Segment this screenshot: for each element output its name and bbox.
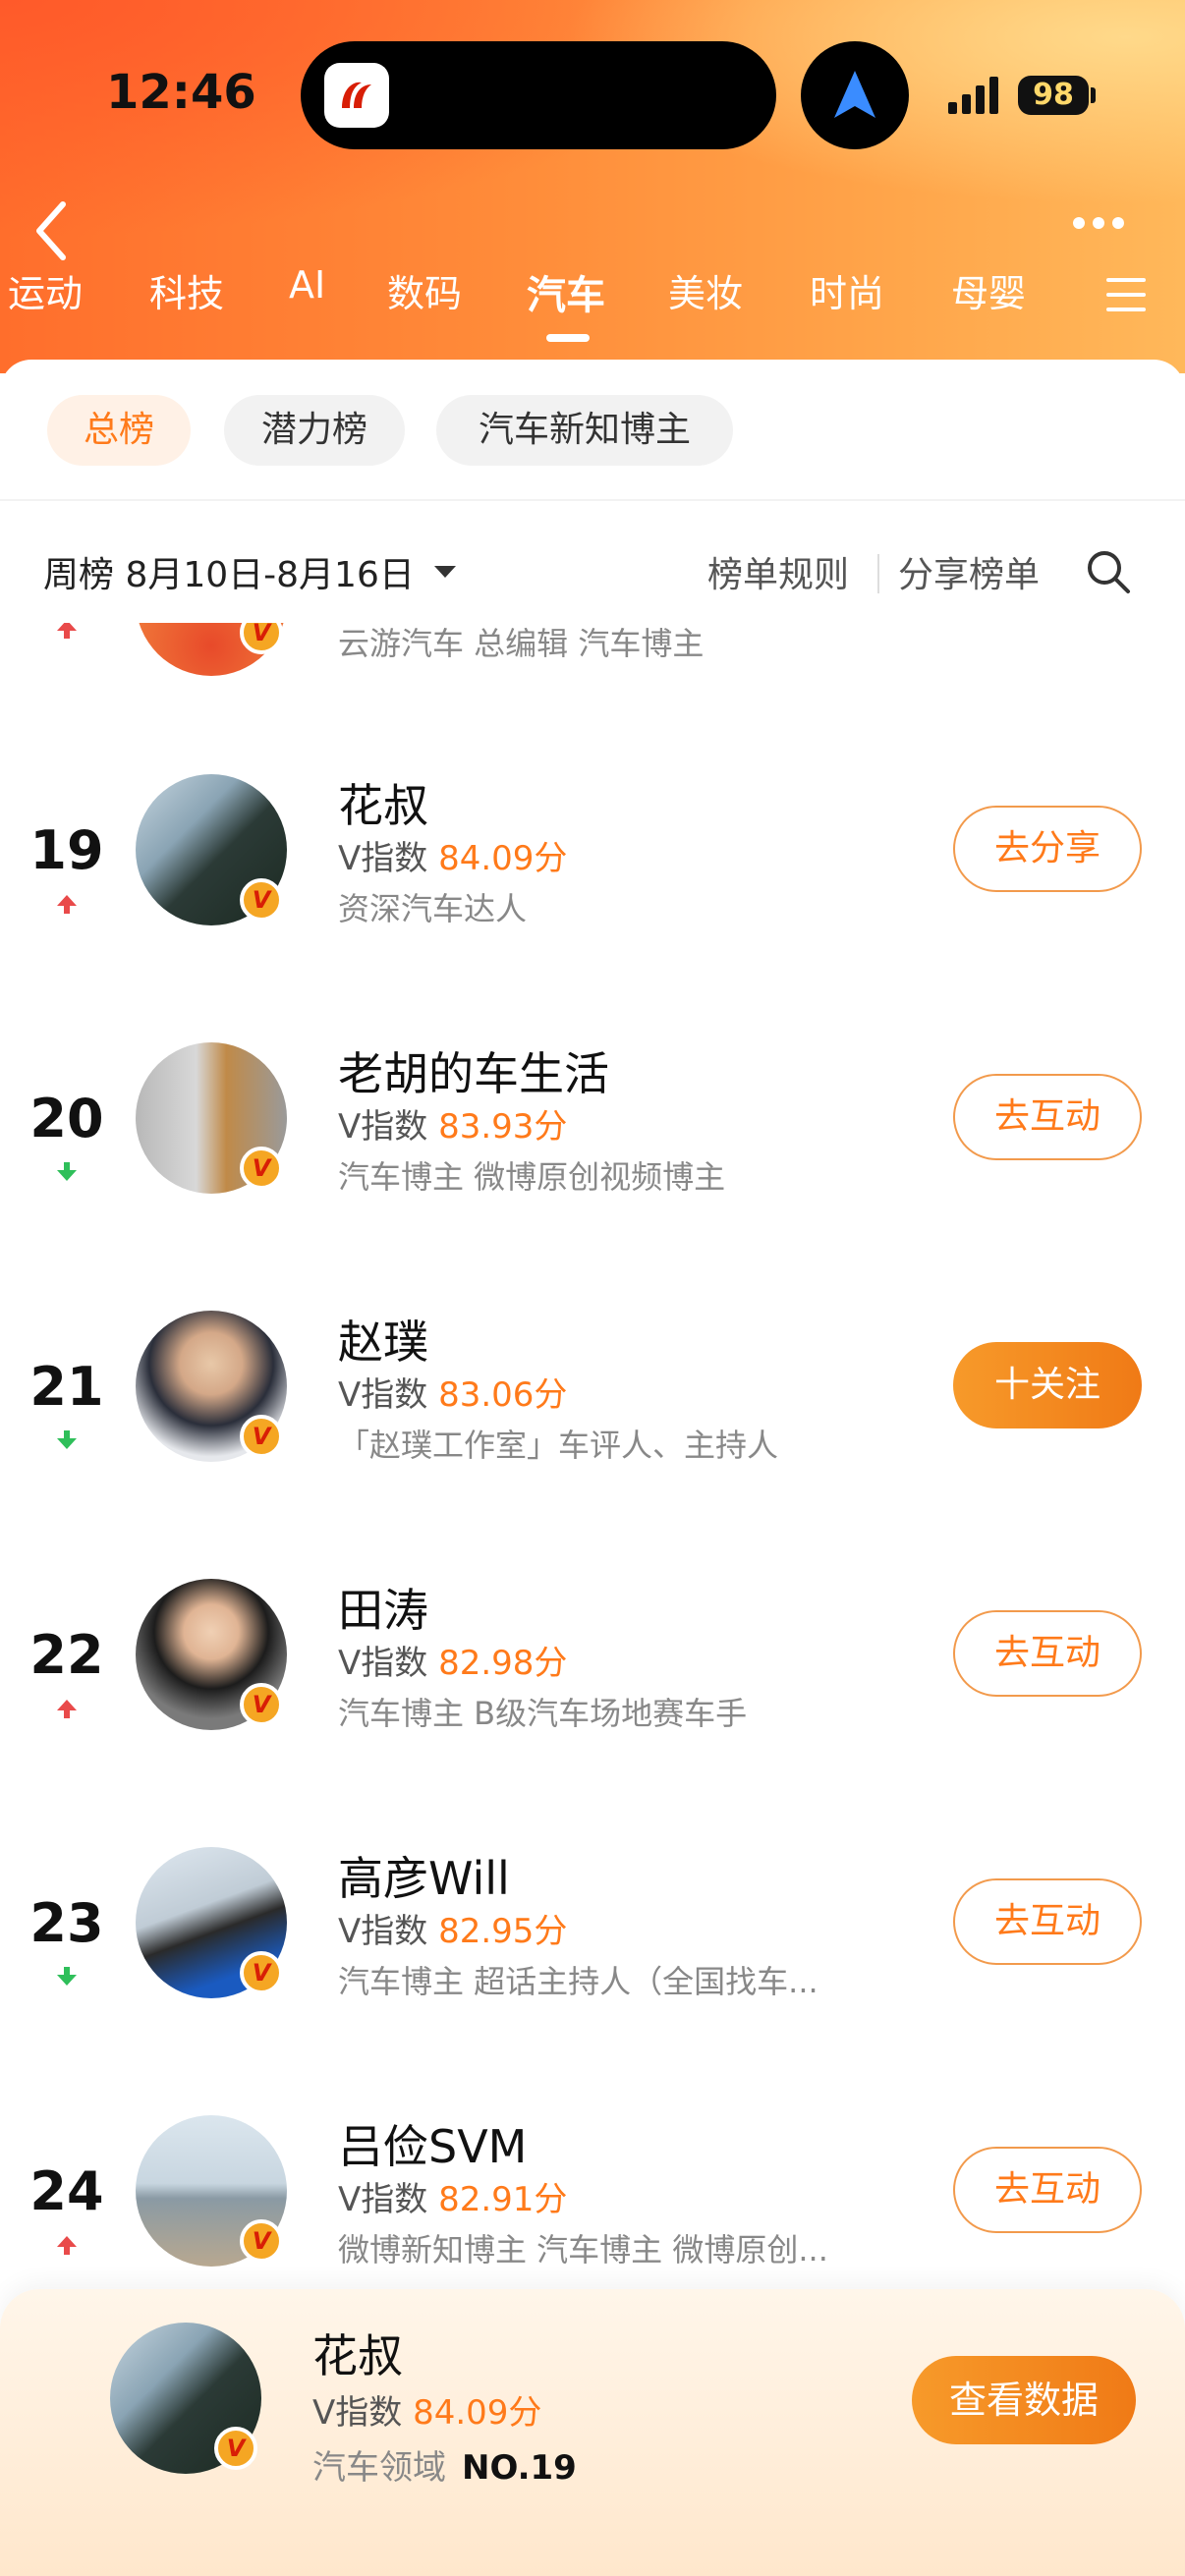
active-tab-indicator (546, 334, 590, 342)
score-label: V指数 (338, 1912, 428, 1951)
user-description: 「赵璞工作室」车评人、主持人 (338, 1427, 779, 1464)
chevron-left-icon (36, 201, 66, 260)
interact-button[interactable]: 去互动 (953, 2147, 1142, 2233)
period-selector[interactable]: 周榜 8月10日-8月16日 (43, 546, 415, 597)
score-label: V指数 (312, 2393, 403, 2433)
arrow-up-icon (57, 2236, 77, 2255)
score-value: 82.91分 (438, 2180, 568, 2219)
tab-maternity[interactable]: 母婴 (951, 263, 1026, 317)
user-name[interactable]: 花叔 (338, 770, 428, 835)
tab-auto[interactable]: 汽车 (527, 263, 605, 320)
my-rank-bar: V 花叔 V指数 84.09分 汽车领域 NO.19 查看数据 (0, 2289, 1185, 2576)
list-item[interactable]: 22 V 田涛 V指数 82.98分 汽车博主 B级汽车场地赛车手 去互动 (0, 1551, 1185, 1797)
verified-badge-icon: V (240, 2219, 283, 2263)
tab-ai[interactable]: AI (289, 263, 325, 307)
list-item[interactable]: 20 V 老胡的车生活 V指数 83.93分 汽车博主 微博原创视频博主 去互动 (0, 1015, 1185, 1260)
arrow-down-icon (57, 1162, 77, 1181)
user-name[interactable]: 田涛 (338, 1575, 428, 1640)
tab-digital[interactable]: 数码 (387, 263, 462, 317)
user-description: 汽车博主 微博原创视频博主 (338, 1158, 726, 1196)
list-item[interactable]: 21 V 赵璞 V指数 83.06分 「赵璞工作室」车评人、主持人 十关注 (0, 1283, 1185, 1529)
view-data-button[interactable]: 查看数据 (912, 2356, 1136, 2444)
battery-tip (1091, 87, 1096, 103)
user-description: 汽车博主 超话主持人（全国找车... (338, 1963, 818, 2000)
user-description: 微博新知博主 汽车博主 微博原创... (338, 2231, 828, 2268)
verified-badge-icon: V (240, 1951, 283, 1994)
menu-button[interactable] (1106, 278, 1146, 311)
arrow-up-icon (57, 623, 77, 639)
user-description: 资深汽车达人 (338, 890, 528, 927)
divider (0, 499, 1185, 501)
rank-number: 23 (29, 1892, 104, 1954)
score-label: V指数 (338, 839, 428, 878)
rank-number: 22 (29, 1624, 104, 1686)
score-value: 84.09分 (438, 839, 568, 878)
arrow-up-icon (57, 895, 77, 914)
more-dot-icon (1093, 217, 1104, 229)
verified-badge-icon: V (240, 1147, 283, 1190)
score-value: 83.93分 (438, 1107, 568, 1147)
rank-position: NO.19 (462, 2448, 577, 2488)
score-value: 84.09分 (413, 2393, 542, 2433)
rank-number: 20 (29, 1088, 104, 1149)
score-label: V指数 (338, 1644, 428, 1683)
interact-button[interactable]: 去互动 (953, 1074, 1142, 1160)
back-button[interactable] (28, 196, 77, 265)
dynamic-island (301, 41, 776, 149)
list-item[interactable]: V 云游汽车 总编辑 汽车博主 (0, 623, 1185, 678)
chip-auto-new-knowledge[interactable]: 汽车新知博主 (436, 395, 733, 466)
share-button[interactable]: 去分享 (953, 806, 1142, 892)
domain-label: 汽车领域 (312, 2448, 446, 2488)
arrow-down-icon (57, 1967, 77, 1986)
navigation-arrow-icon (801, 41, 909, 149)
arrow-down-icon (57, 1430, 77, 1449)
airline-app-icon (324, 63, 389, 128)
user-name[interactable]: 赵璞 (338, 1307, 428, 1372)
score-label: V指数 (338, 1107, 428, 1147)
user-name[interactable]: 高彦Will (338, 1843, 510, 1908)
score-value: 82.98分 (438, 1644, 568, 1683)
divider (877, 554, 879, 593)
tab-fashion[interactable]: 时尚 (810, 263, 884, 317)
user-name[interactable]: 老胡的车生活 (338, 1038, 609, 1103)
follow-button[interactable]: 十关注 (953, 1342, 1142, 1428)
tab-sports[interactable]: 运动 (8, 263, 83, 317)
score-value: 83.06分 (438, 1375, 568, 1415)
list-item[interactable]: 19 V 花叔 V指数 84.09分 资深汽车达人 去分享 (0, 747, 1185, 992)
rank-number: 24 (29, 2160, 104, 2222)
search-icon[interactable] (1085, 548, 1132, 595)
user-name[interactable]: 吕俭SVM (338, 2111, 527, 2176)
verified-badge-icon: V (240, 1683, 283, 1726)
category-tabs: 运动 科技 AI 数码 汽车 美妆 时尚 母婴 (0, 263, 1185, 342)
tab-tech[interactable]: 科技 (149, 263, 224, 317)
score-label: V指数 (338, 2180, 428, 2219)
battery-indicator: 98 (1018, 76, 1089, 115)
user-description: 云游汽车 总编辑 汽车博主 (338, 625, 705, 662)
filter-row: 周榜 8月10日-8月16日 榜单规则 分享榜单 (0, 536, 1185, 615)
chip-overall[interactable]: 总榜 (47, 395, 191, 466)
list-item[interactable]: 23 V 高彦Will V指数 82.95分 汽车博主 超话主持人（全国找车..… (0, 1820, 1185, 2065)
status-time: 12:46 (106, 65, 256, 120)
score-label: V指数 (338, 1375, 428, 1415)
chip-potential[interactable]: 潜力榜 (224, 395, 405, 466)
caret-down-icon (434, 566, 456, 578)
more-dot-icon (1073, 217, 1085, 229)
share-list-link[interactable]: 分享榜单 (898, 546, 1040, 597)
user-name: 花叔 (312, 2329, 403, 2382)
score-value: 82.95分 (438, 1912, 568, 1951)
verified-badge-icon: V (240, 878, 283, 922)
verified-badge-icon: V (214, 2427, 257, 2470)
verified-badge-icon: V (240, 1415, 283, 1458)
more-dot-icon (1112, 217, 1124, 229)
interact-button[interactable]: 去互动 (953, 1878, 1142, 1965)
arrow-up-icon (57, 1700, 77, 1718)
user-description: 汽车博主 B级汽车场地赛车手 (338, 1695, 748, 1732)
signal-icon (948, 77, 998, 114)
rank-number: 19 (29, 819, 104, 881)
interact-button[interactable]: 去互动 (953, 1610, 1142, 1697)
rules-link[interactable]: 榜单规则 (707, 546, 849, 597)
rank-number: 21 (29, 1356, 104, 1418)
tab-beauty[interactable]: 美妆 (668, 263, 743, 317)
more-options-button[interactable] (1073, 214, 1142, 244)
